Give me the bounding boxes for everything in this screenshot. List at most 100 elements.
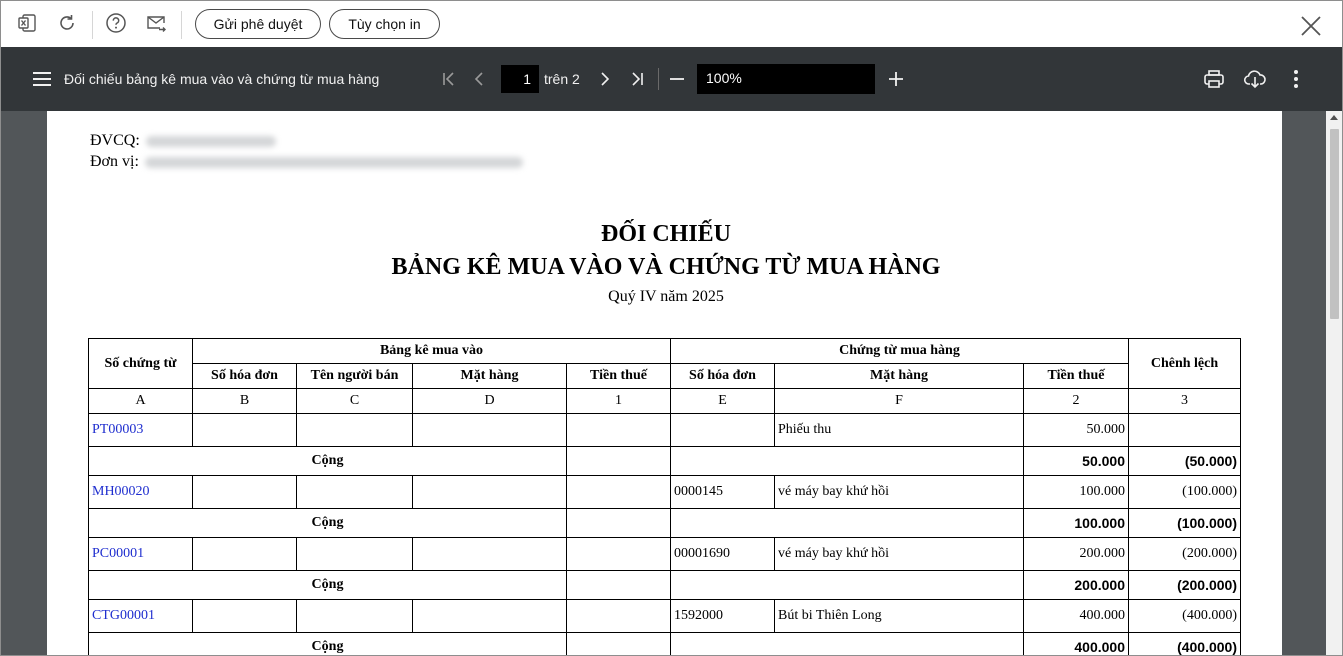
subtotal-label: Cộng <box>88 570 567 600</box>
table-row: PC00001 00001690 vé máy bay khứ hồi 200.… <box>88 537 1241 571</box>
column-code: B <box>192 388 297 414</box>
menu-icon[interactable] <box>30 67 54 91</box>
more-options-icon[interactable] <box>1284 67 1308 91</box>
subtotal-difference: (400.000) <box>1128 632 1241 655</box>
column-code: 1 <box>566 388 671 414</box>
next-page-icon[interactable] <box>592 67 616 91</box>
doc-link[interactable]: PT00003 <box>92 422 143 437</box>
invoice-no-cell <box>670 413 775 447</box>
item-cell: Bút bi Thiên Long <box>774 599 1024 633</box>
page-count-label: trên 2 <box>544 71 580 87</box>
toolbar-divider <box>92 11 93 39</box>
header-invoice-no: Số hóa đơn <box>192 363 297 389</box>
subtotal-label: Cộng <box>88 446 567 476</box>
header-item: Mặt hàng <box>412 363 567 389</box>
pdf-page: ĐVCQ: Đơn vị: ĐỐI CHIẾU BẢNG KÊ MUA VÀO … <box>47 111 1282 655</box>
redacted-text <box>144 156 523 168</box>
refresh-icon[interactable] <box>55 11 79 35</box>
tax-cell: 100.000 <box>1023 475 1129 509</box>
difference-cell: (200.000) <box>1128 537 1241 571</box>
doc-link[interactable]: MH00020 <box>92 484 150 499</box>
subtotal-difference: (100.000) <box>1128 508 1241 538</box>
invoice-no-cell: 0000145 <box>670 475 775 509</box>
doc-link[interactable]: CTG00001 <box>92 608 155 623</box>
header-tax-2: Tiền thuế <box>1023 363 1129 389</box>
header-seller: Tên người bán <box>296 363 413 389</box>
reconciliation-table: Số chứng từ Bảng kê mua vào Chứng từ mua… <box>88 338 1241 655</box>
difference-cell: (400.000) <box>1128 599 1241 633</box>
top-toolbar: Gửi phê duyệt Tùy chọn in <box>1 1 1342 47</box>
print-icon[interactable] <box>1202 67 1226 91</box>
column-code: D <box>412 388 567 414</box>
subtotal-tax: 50.000 <box>1023 446 1129 476</box>
pdf-toolbar: Đối chiếu bảng kê mua vào và chứng từ mu… <box>1 47 1342 111</box>
subtotal-difference: (200.000) <box>1128 570 1241 600</box>
subtotal-tax: 200.000 <box>1023 570 1129 600</box>
subtotal-row: Cộng 100.000 (100.000) <box>88 508 1241 538</box>
tax-cell: 200.000 <box>1023 537 1129 571</box>
item-cell: Phiếu thu <box>774 413 1024 447</box>
header-purchase-list: Bảng kê mua vào <box>192 338 671 364</box>
table-row: PT00003 Phiếu thu 50.000 <box>88 413 1241 447</box>
subtotal-label: Cộng <box>88 632 567 655</box>
tax-cell: 400.000 <box>1023 599 1129 633</box>
item-cell: vé máy bay khứ hồi <box>774 475 1024 509</box>
column-code: A <box>88 388 193 414</box>
document-title: Đối chiếu bảng kê mua vào và chứng từ mu… <box>64 71 380 87</box>
pdf-viewer-area[interactable]: ĐVCQ: Đơn vị: ĐỐI CHIẾU BẢNG KÊ MUA VÀO … <box>1 111 1342 655</box>
report-title: ĐỐI CHIẾU <box>600 221 732 247</box>
subtotal-row: Cộng 50.000 (50.000) <box>88 446 1241 476</box>
send-approval-button[interactable]: Gửi phê duyệt <box>195 9 321 39</box>
subtotal-difference: (50.000) <box>1128 446 1241 476</box>
help-icon[interactable] <box>104 11 128 35</box>
subtotal-tax: 400.000 <box>1023 632 1129 655</box>
subtotal-row: Cộng 400.000 (400.000) <box>88 632 1241 655</box>
invoice-no-cell: 1592000 <box>670 599 775 633</box>
page-number-input[interactable]: 1 <box>501 65 539 93</box>
toolbar-divider <box>658 68 659 90</box>
item-cell: vé máy bay khứ hồi <box>774 537 1024 571</box>
close-icon[interactable] <box>1298 13 1324 39</box>
tax-cell: 50.000 <box>1023 413 1129 447</box>
donvi-line: Đơn vị: <box>90 153 523 171</box>
report-subtitle: BẢNG KÊ MUA VÀO VÀ CHỨNG TỪ MUA HÀNG <box>391 254 941 280</box>
zoom-in-icon[interactable] <box>884 67 908 91</box>
subtotal-tax: 100.000 <box>1023 508 1129 538</box>
table-row: MH00020 0000145 vé máy bay khứ hồi 100.0… <box>88 475 1241 509</box>
last-page-icon[interactable] <box>625 67 649 91</box>
header-tax: Tiền thuế <box>566 363 671 389</box>
redacted-text <box>145 135 276 147</box>
zoom-input[interactable]: 100% <box>697 64 875 94</box>
dvcq-line: ĐVCQ: <box>90 132 276 150</box>
table-row: CTG00001 1592000 Bút bi Thiên Long 400.0… <box>88 599 1241 633</box>
zoom-out-icon[interactable] <box>665 67 689 91</box>
scrollbar-thumb[interactable] <box>1330 129 1339 319</box>
donvi-label: Đơn vị: <box>90 153 139 170</box>
scroll-up-arrow-icon[interactable] <box>1330 115 1338 120</box>
invoice-no-cell: 00001690 <box>670 537 775 571</box>
column-code: F <box>774 388 1024 414</box>
column-code: E <box>670 388 775 414</box>
report-window: Gửi phê duyệt Tùy chọn in Đối chiếu bảng… <box>0 0 1343 656</box>
header-item-2: Mặt hàng <box>774 363 1024 389</box>
header-invoice-no-2: Số hóa đơn <box>670 363 775 389</box>
prev-page-icon[interactable] <box>468 67 492 91</box>
vertical-scrollbar[interactable] <box>1326 111 1342 655</box>
subtotal-label: Cộng <box>88 508 567 538</box>
difference-cell: (100.000) <box>1128 475 1241 509</box>
dvcq-label: ĐVCQ: <box>90 132 140 149</box>
excel-export-icon[interactable] <box>15 11 39 35</box>
doc-link[interactable]: PC00001 <box>92 546 144 561</box>
column-code: C <box>296 388 413 414</box>
header-doc-no: Số chứng từ <box>88 338 193 389</box>
first-page-icon[interactable] <box>437 67 461 91</box>
download-icon[interactable] <box>1243 67 1267 91</box>
toolbar-divider <box>181 11 182 39</box>
column-code: 2 <box>1023 388 1129 414</box>
send-mail-icon[interactable] <box>144 11 168 35</box>
column-code-row: A B C D 1 E F 2 3 <box>88 388 1241 414</box>
header-purchase-docs: Chứng từ mua hàng <box>670 338 1129 364</box>
report-period: Quý IV năm 2025 <box>608 288 724 305</box>
subtotal-row: Cộng 200.000 (200.000) <box>88 570 1241 600</box>
print-options-button[interactable]: Tùy chọn in <box>329 9 440 39</box>
